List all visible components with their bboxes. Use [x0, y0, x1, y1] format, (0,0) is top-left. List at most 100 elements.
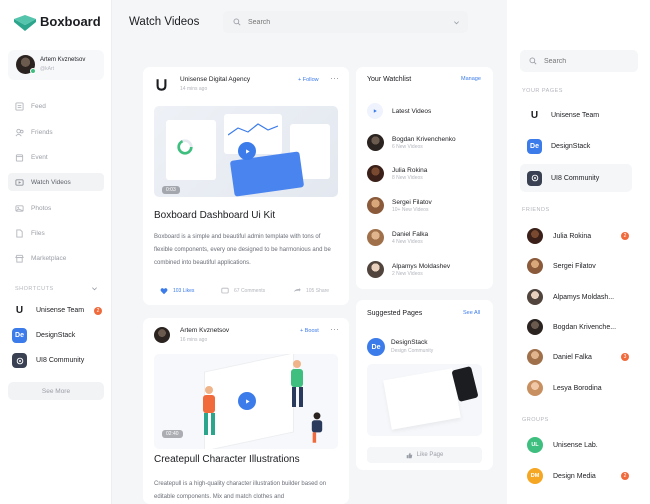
page-name[interactable]: DesignStack — [391, 339, 428, 346]
page-designstack[interactable]: De DesignStack — [527, 139, 590, 154]
friend-search-bar[interactable] — [520, 50, 638, 72]
channel-sub: 8 New Videos — [392, 174, 423, 181]
avatar — [527, 380, 543, 396]
manage-link[interactable]: Manage — [461, 76, 481, 82]
friend-item[interactable]: Bogdan Krivenche... — [527, 319, 616, 335]
nav-feed[interactable]: Feed — [8, 97, 104, 115]
friend-item[interactable]: Sergei Filatov — [527, 258, 596, 274]
nav-watch-videos[interactable]: Watch Videos — [8, 173, 104, 191]
page-label: DesignStack — [551, 143, 591, 150]
like-count: 103 Likes — [173, 288, 195, 294]
friend-item[interactable]: Lesya Borodina — [527, 380, 602, 396]
shortcut-unisense-team[interactable]: U Unisense Team 2 — [12, 303, 102, 318]
see-more-button[interactable]: See More — [8, 382, 104, 400]
share-button[interactable]: 105 Share — [293, 287, 329, 295]
nav-label: Marketplace — [31, 254, 67, 262]
preview-panel — [383, 368, 461, 430]
status-dot — [30, 68, 36, 74]
boost-button[interactable]: + Boost — [300, 328, 319, 334]
channel-sub: 4 New Videos — [392, 238, 423, 245]
post-body: Createpull is a high-quality character i… — [154, 481, 327, 500]
nav-marketplace[interactable]: Marketplace — [8, 249, 104, 267]
post-author[interactable]: Unisense Digital Agency — [180, 76, 250, 83]
nav-event[interactable]: Event — [8, 148, 104, 166]
follow-button[interactable]: + Follow — [298, 77, 319, 83]
post-body: Boxboard is a simple and beautiful admin… — [154, 234, 331, 266]
like-page-label: Like Page — [416, 452, 444, 458]
watchlist-item[interactable]: Bogdan Krivenchenko 6 New Videos — [367, 134, 456, 151]
avatar — [367, 134, 384, 151]
search-icon — [233, 18, 241, 26]
nav-files[interactable]: Files — [8, 224, 104, 242]
watchlist-item[interactable]: Daniel Falka 4 New Videos — [367, 229, 428, 246]
avatar — [367, 165, 384, 182]
group-item[interactable]: DM Design Media 2 — [527, 468, 629, 484]
designstack-logo-icon: De — [367, 338, 385, 356]
channel-sub: 10+ New Videos — [392, 206, 429, 213]
search-icon — [529, 57, 537, 65]
see-all-link[interactable]: See All — [463, 310, 480, 316]
nav-friends[interactable]: Friends — [8, 123, 104, 141]
character-illustration — [203, 386, 215, 435]
feed-icon — [15, 101, 24, 111]
nav-label: Watch Videos — [31, 178, 71, 186]
chevron-down-icon[interactable] — [453, 19, 460, 26]
search-bar[interactable] — [223, 11, 468, 33]
channel-sub: 2 New Videos — [392, 270, 423, 277]
character-illustration — [291, 360, 303, 407]
page-ui8-community[interactable]: UI8 Community — [520, 164, 632, 192]
play-button[interactable] — [238, 392, 256, 410]
shortcut-designstack[interactable]: De DesignStack — [12, 328, 75, 343]
shortcut-label: Unisense Team — [36, 307, 85, 314]
more-icon[interactable]: ⋯ — [330, 73, 339, 84]
thumbs-up-icon — [406, 452, 412, 458]
watchlist-item[interactable]: Sergei Filatov 10+ New Videos — [367, 197, 432, 214]
channel-name: Sergei Filatov — [392, 198, 432, 206]
nav-label: Files — [31, 229, 45, 237]
group-item[interactable]: UL Unisense Lab. — [527, 437, 598, 453]
video-thumbnail[interactable]: 02:40 — [154, 354, 338, 449]
files-icon — [16, 228, 23, 238]
video-duration: 02:40 — [162, 430, 183, 438]
watchlist-item[interactable]: Alpamys Moldashev 2 New Videos — [367, 261, 450, 278]
page-sub: Design Community — [391, 348, 434, 354]
friend-name: Bogdan Krivenche... — [553, 323, 617, 331]
page-unisense-team[interactable]: U Unisense Team — [527, 108, 599, 123]
character-illustration — [311, 412, 323, 443]
play-button[interactable] — [238, 142, 256, 160]
friend-search-input[interactable] — [544, 57, 634, 65]
post-title[interactable]: Createpull Character Illustrations — [154, 454, 338, 466]
video-icon — [15, 178, 24, 186]
friend-name: Sergei Filatov — [553, 262, 596, 270]
post-author[interactable]: Artem Kvznetsov — [180, 327, 229, 334]
unisense-logo-icon — [156, 79, 167, 91]
friend-item[interactable]: Julia Rokina 2 — [527, 228, 629, 244]
avatar — [154, 327, 170, 343]
chevron-down-icon[interactable] — [91, 285, 98, 292]
logo-icon — [14, 15, 36, 31]
nav-photos[interactable]: Photos — [8, 199, 104, 217]
shortcut-ui8-community[interactable]: UI8 Community — [12, 353, 84, 368]
more-icon[interactable]: ⋯ — [330, 324, 339, 335]
channel-name: Alpamys Moldashev — [392, 262, 451, 270]
like-page-button[interactable]: Like Page — [367, 447, 482, 463]
friend-item[interactable]: Daniel Falka 3 — [527, 349, 629, 365]
search-input[interactable] — [248, 18, 448, 26]
watchlist-item[interactable]: Julia Rokina 8 New Videos — [367, 165, 427, 182]
user-card[interactable]: Artem Kvznetsov @kArt — [8, 50, 104, 80]
friend-item[interactable]: Alpamys Moldash... — [527, 289, 614, 305]
video-thumbnail[interactable]: 0:03 — [154, 106, 338, 197]
like-button[interactable]: 103 Likes — [160, 287, 194, 295]
channel-name: Julia Rokina — [392, 166, 428, 174]
page-label: Unisense Team — [551, 112, 600, 119]
group-name: Design Media — [553, 472, 596, 480]
avatar — [527, 319, 543, 335]
heart-icon — [160, 288, 168, 295]
comment-button[interactable]: 67 Comments — [221, 287, 265, 295]
avatar — [367, 229, 384, 246]
nav-label: Photos — [31, 204, 52, 212]
group-initials: DM — [527, 468, 543, 484]
post-title[interactable]: Boxboard Dashboard Ui Kit — [154, 210, 275, 221]
latest-videos-item[interactable]: Latest Videos — [367, 103, 431, 119]
notification-badge: 3 — [621, 353, 629, 361]
